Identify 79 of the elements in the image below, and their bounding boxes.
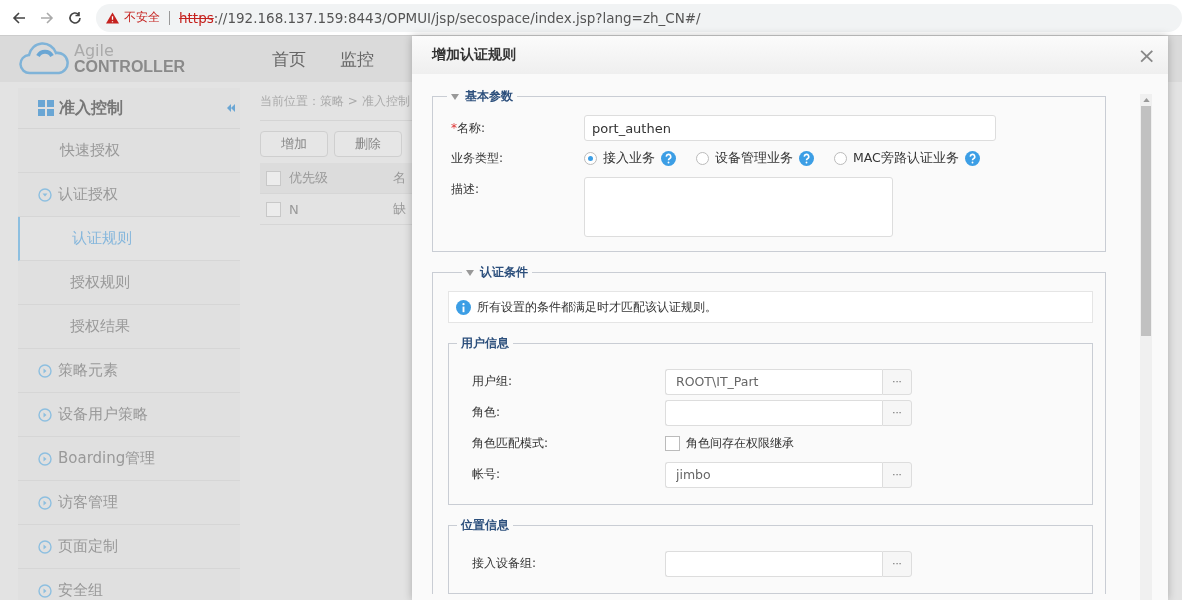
url-text: https://192.168.137.159:8443/OPMUI/jsp/secospace/index.jsp?lang=zh_CN#/ [179,9,701,26]
scrollbar[interactable] [1140,94,1152,600]
checkbox[interactable] [266,201,281,217]
field-label: 用户组: [471,373,514,390]
sidebar-item[interactable]: 设备用户策略 [18,393,240,437]
radio-label: 设备管理业务 [715,149,793,167]
table-cell: 缺 [393,200,406,218]
info-icon [456,299,471,315]
collapse-icon[interactable] [226,104,236,112]
expand-icon [38,539,52,554]
address-bar[interactable]: 不安全 https://192.168.137.159:8443/OPMUI/jsp/secospace/index.jsp?lang=zh_CN#/ [96,3,1182,32]
table-cell-text: N [289,201,300,217]
reload-icon[interactable] [68,10,82,25]
sidebar-item[interactable]: 快速授权 [18,129,240,173]
logo: Agile CONTROLLER [18,42,252,76]
picker-input[interactable]: ROOT\IT_Part [665,368,882,395]
description-textarea[interactable] [584,177,893,237]
expand-icon [38,187,52,202]
sidebar-item[interactable]: 策略元素 [18,349,240,393]
dialog-title: 增加认证规则 [432,46,516,64]
field-label: 角色: [471,404,502,421]
field-label: 描述: [450,181,481,198]
close-button[interactable]: × [1137,42,1156,68]
field-label: 帐号: [471,466,502,483]
expand-icon [38,495,52,510]
section-title: 认证条件 [480,264,528,281]
picker-input[interactable] [665,399,882,426]
help-icon[interactable] [661,150,676,166]
column-header: 优先级 [289,169,329,187]
toolbar-button[interactable]: 删除 [334,131,402,157]
sidebar-subitem[interactable]: 授权规则 [18,261,240,305]
picker-input[interactable] [665,550,882,577]
back-arrow-icon[interactable] [12,10,26,25]
field-label: 角色匹配模式: [471,435,550,452]
field-label: 接入设备组: [471,555,538,572]
expand-icon [38,583,52,598]
radio-button[interactable] [834,151,847,165]
toolbar-button[interactable]: 增加 [260,131,328,157]
scroll-up-icon[interactable] [1142,98,1150,102]
sidebar-item[interactable]: 访客管理 [18,481,240,525]
sidebar-subitem[interactable]: 授权结果 [18,305,240,349]
nav-tab[interactable]: 首页 [272,47,306,71]
radio-button[interactable] [584,151,597,165]
column-header: 名 [393,169,406,187]
sidebar-subitem[interactable]: 认证规则 [18,217,240,261]
field-label: *名称: [450,119,487,137]
group-title: 位置信息 [460,517,510,534]
radio-button[interactable] [696,151,709,165]
checkbox[interactable] [266,170,281,186]
forward-arrow-icon[interactable] [40,10,54,25]
expand-icon [38,363,52,378]
expand-icon [38,407,52,422]
radio-label: MAC旁路认证业务 [853,149,959,167]
browse-button[interactable]: ··· [882,461,912,488]
warning-icon [106,11,119,24]
sidebar-title: 准入控制 [59,97,124,119]
grid-icon [38,100,54,116]
section-title: 基本参数 [465,88,513,105]
help-icon[interactable] [799,150,814,166]
browse-button[interactable]: ··· [882,368,912,395]
picker-input[interactable]: jimbo [665,461,882,488]
caret-icon[interactable] [466,269,474,276]
checkbox-label: 角色间存在权限继承 [686,435,794,452]
checkbox[interactable] [665,436,680,451]
field-label: 业务类型: [450,149,505,167]
browse-button[interactable]: ··· [882,399,912,426]
nav-tab[interactable]: 监控 [340,47,374,71]
security-warning: 不安全 [124,9,160,26]
radio-label: 接入业务 [603,149,655,167]
browse-button[interactable]: ··· [882,550,912,577]
group-title: 用户信息 [460,335,510,352]
sidebar-item[interactable]: Boarding管理 [18,437,240,481]
help-icon[interactable] [964,150,980,166]
name-input[interactable]: port_authen [584,115,996,141]
expand-icon [38,451,52,466]
notice-text: 所有设置的条件都满足时才匹配该认证规则。 [477,298,717,316]
sidebar-item[interactable]: 安全组 [18,569,240,600]
caret-icon[interactable] [451,93,459,100]
sidebar-item[interactable]: 页面定制 [18,525,240,569]
